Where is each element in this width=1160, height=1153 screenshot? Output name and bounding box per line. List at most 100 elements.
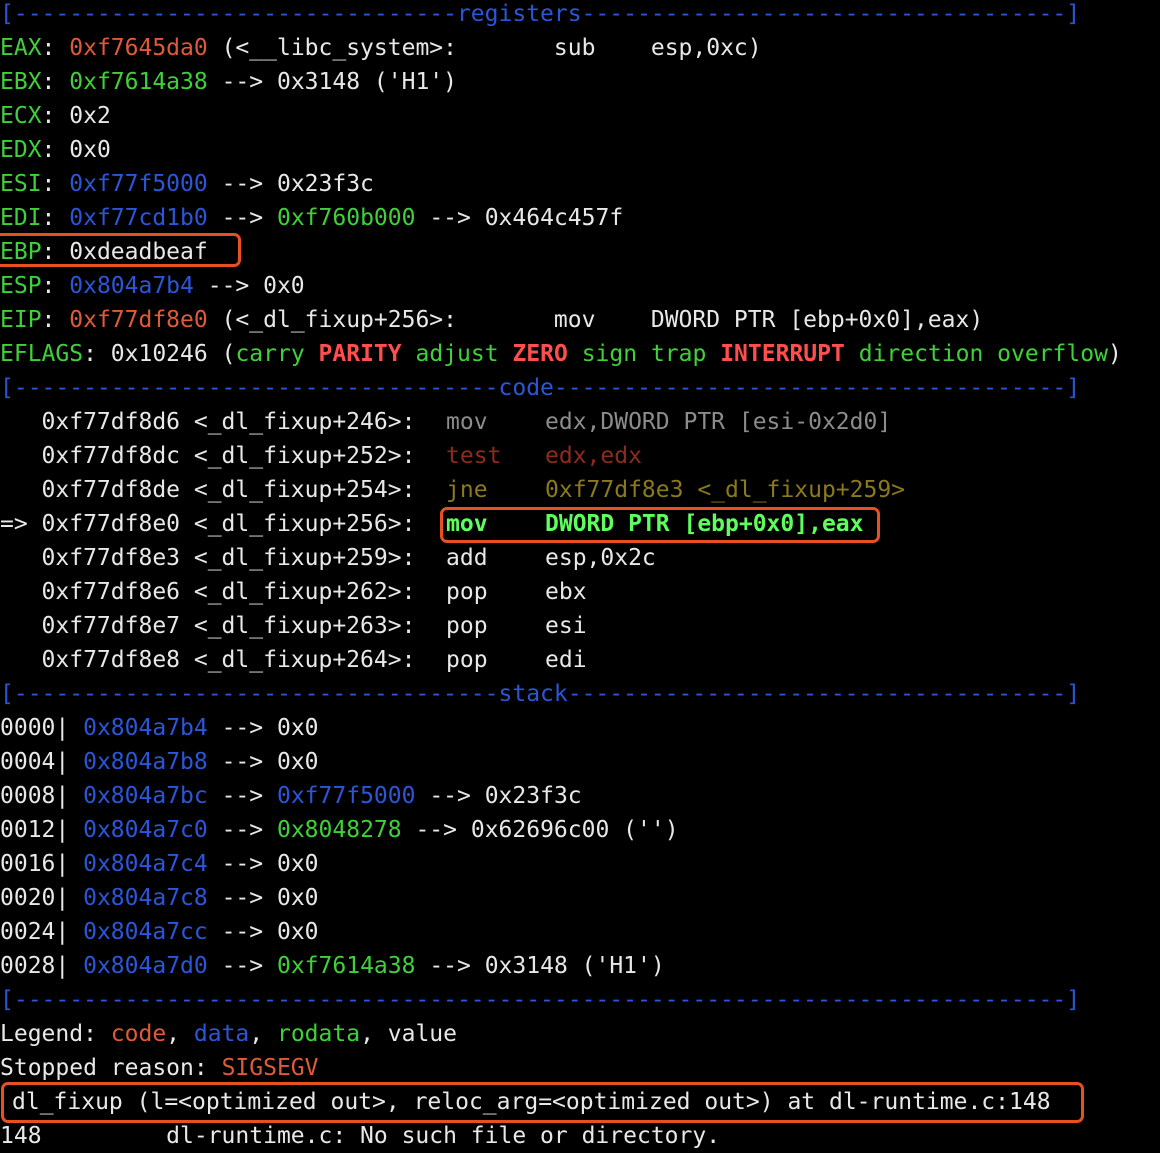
code-operands: edx,edx	[545, 443, 642, 469]
code-address: 0xf77df8e7 <_dl_fixup+263>:	[41, 613, 416, 639]
register-name: EAX	[0, 35, 42, 61]
code-opcode: pop	[446, 613, 488, 639]
register-value: 0xf77df8e0	[69, 307, 208, 333]
stack-separator: [-----------------------------------stac…	[0, 681, 1081, 707]
code-operands: esi	[545, 613, 587, 639]
stack-address: 0x804a7c4	[83, 851, 208, 877]
stopped-reason-label: Stopped reason:	[0, 1055, 222, 1081]
register-pointer-value: 0xf760b000	[276, 205, 416, 231]
flag-zero: ZERO	[512, 341, 568, 367]
code-address: 0xf77df8e6 <_dl_fixup+262>:	[41, 579, 416, 605]
stack-pointer-value: 0xf7614a38	[276, 953, 416, 979]
stack-address: 0x804a7c0	[83, 817, 208, 843]
stack-address: 0x804a7bc	[83, 783, 208, 809]
stack-offset: 0016|	[0, 851, 70, 877]
register-name: ESI	[0, 171, 42, 197]
register-detail: --> 0x0	[193, 273, 305, 299]
stack-pointer-value: 0x8048278	[276, 817, 402, 843]
stack-offset: 0008|	[0, 783, 70, 809]
current-instruction-arrow: =>	[0, 511, 42, 537]
stack-offset: 0000|	[0, 715, 70, 741]
registers-separator: [--------------------------------registe…	[0, 1, 1081, 27]
register-value: 0xf77cd1b0	[69, 205, 208, 231]
flag-interrupt: INTERRUPT	[720, 341, 845, 367]
code-address: 0xf77df8de <_dl_fixup+254>:	[41, 477, 416, 503]
register-esp: ESP: 0x804a7b4 --> 0x0	[0, 273, 305, 299]
code-address: 0xf77df8e0 <_dl_fixup+256>:	[41, 511, 416, 537]
legend-code: code	[110, 1021, 167, 1047]
code-line: 0xf77df8de <_dl_fixup+254>: jne 0xf77df8e3…	[0, 473, 1160, 507]
stack-address: 0x804a7d0	[83, 953, 208, 979]
code-line: 0xf77df8d6 <_dl_fixup+246>: mov edx,DWORD …	[0, 405, 1160, 439]
code-opcode: pop	[446, 579, 488, 605]
code-opcode: test	[446, 443, 502, 469]
code-line: 0xf77df8e6 <_dl_fixup+262>: pop ebx	[0, 575, 1160, 609]
flag-parity: PARITY	[318, 341, 402, 367]
stack-entry: 0024| 0x804a7cc --> 0x0	[0, 919, 319, 945]
register-name: EDI	[0, 205, 42, 231]
register-eip: EIP: 0xf77df8e0 (<_dl_fixup+256>: mov DW…	[0, 307, 984, 333]
code-opcode: add	[446, 545, 488, 571]
register-value: 0x0	[69, 137, 111, 163]
register-value: 0xf7614a38	[69, 69, 208, 95]
bottom-separator: [---------------------------------------…	[0, 987, 1081, 1013]
register-name: EDX	[0, 137, 42, 163]
stack-entry: 0020| 0x804a7c8 --> 0x0	[0, 885, 319, 911]
register-detail: (<__libc_system>: sub esp,0xc)	[207, 35, 762, 61]
stack-offset: 0024|	[0, 919, 70, 945]
register-name: EIP	[0, 307, 42, 333]
register-eax: EAX: 0xf7645da0 (<__libc_system>: sub es…	[0, 35, 762, 61]
code-address: 0xf77df8dc <_dl_fixup+252>:	[41, 443, 416, 469]
source-line: 148 dl-runtime.c: No such file or direct…	[0, 1123, 721, 1149]
code-address: 0xf77df8e3 <_dl_fixup+259>:	[41, 545, 416, 571]
code-line: 0xf77df8e8 <_dl_fixup+264>: pop edi	[0, 643, 1160, 677]
stack-entry: 0004| 0x804a7b8 --> 0x0	[0, 749, 319, 775]
register-value: 0x10246	[110, 341, 208, 367]
register-name: ESP	[0, 273, 42, 299]
stack-entry: 0000| 0x804a7b4 --> 0x0	[0, 715, 319, 741]
code-opcode: pop	[446, 647, 488, 673]
flag-sign: sign	[581, 341, 638, 367]
legend-label: Legend:	[0, 1021, 111, 1047]
register-name: EBX	[0, 69, 42, 95]
flag-trap: trap	[650, 341, 707, 367]
register-value: 0xf77f5000	[69, 171, 208, 197]
stack-offset: 0028|	[0, 953, 70, 979]
register-eflags: EFLAGS: 0x10246 (carry PARITY adjust ZER…	[0, 341, 1122, 367]
register-detail: --> 0x23f3c	[207, 171, 374, 197]
current-instruction-highlight-box	[440, 507, 880, 543]
stopped-reason: Stopped reason: SIGSEGV	[0, 1051, 319, 1085]
frame-line-highlight-box	[1, 1082, 1084, 1123]
stack-entry: 0016| 0x804a7c4 --> 0x0	[0, 851, 319, 877]
code-line: 0xf77df8e7 <_dl_fixup+263>: pop esi	[0, 609, 1160, 643]
register-name: ECX	[0, 103, 42, 129]
stack-entry: 0012| 0x804a7c0 --> 0x8048278 --> 0x6269…	[0, 817, 679, 843]
register-ecx: ECX: 0x2	[0, 103, 111, 129]
register-ebx: EBX: 0xf7614a38 --> 0x3148 ('H1')	[0, 69, 457, 95]
register-detail: (<_dl_fixup+256>: mov DWORD PTR [ebp+0x0…	[207, 307, 984, 333]
code-opcode: jne	[446, 477, 488, 503]
flag-carry: carry	[235, 341, 305, 367]
stack-address: 0x804a7cc	[83, 919, 208, 945]
stack-offset: 0012|	[0, 817, 70, 843]
legend-rodata: rodata	[276, 1021, 361, 1047]
code-address: 0xf77df8e8 <_dl_fixup+264>:	[41, 647, 416, 673]
register-edi: EDI: 0xf77cd1b0 --> 0xf760b000 --> 0x464…	[0, 205, 624, 231]
register-value: 0xf7645da0	[69, 35, 208, 61]
code-operands: ebx	[545, 579, 587, 605]
stack-offset: 0020|	[0, 885, 70, 911]
register-name: EFLAGS	[0, 341, 84, 367]
register-detail: --> 0x3148 ('H1')	[207, 69, 457, 95]
stack-address: 0x804a7b8	[83, 749, 208, 775]
legend-data: data	[193, 1021, 250, 1047]
code-opcode: mov	[446, 409, 488, 435]
stack-entry: 0028| 0x804a7d0 --> 0xf7614a38 --> 0x314…	[0, 953, 665, 979]
flag-overflow: overflow	[997, 341, 1108, 367]
stack-offset: 0004|	[0, 749, 70, 775]
stack-pointer-value: 0xf77f5000	[276, 783, 416, 809]
ebp-highlight-box	[0, 233, 241, 267]
code-operands: edi	[545, 647, 587, 673]
flag-direction: direction	[858, 341, 984, 367]
stack-address: 0x804a7b4	[83, 715, 208, 741]
register-edx: EDX: 0x0	[0, 137, 111, 163]
